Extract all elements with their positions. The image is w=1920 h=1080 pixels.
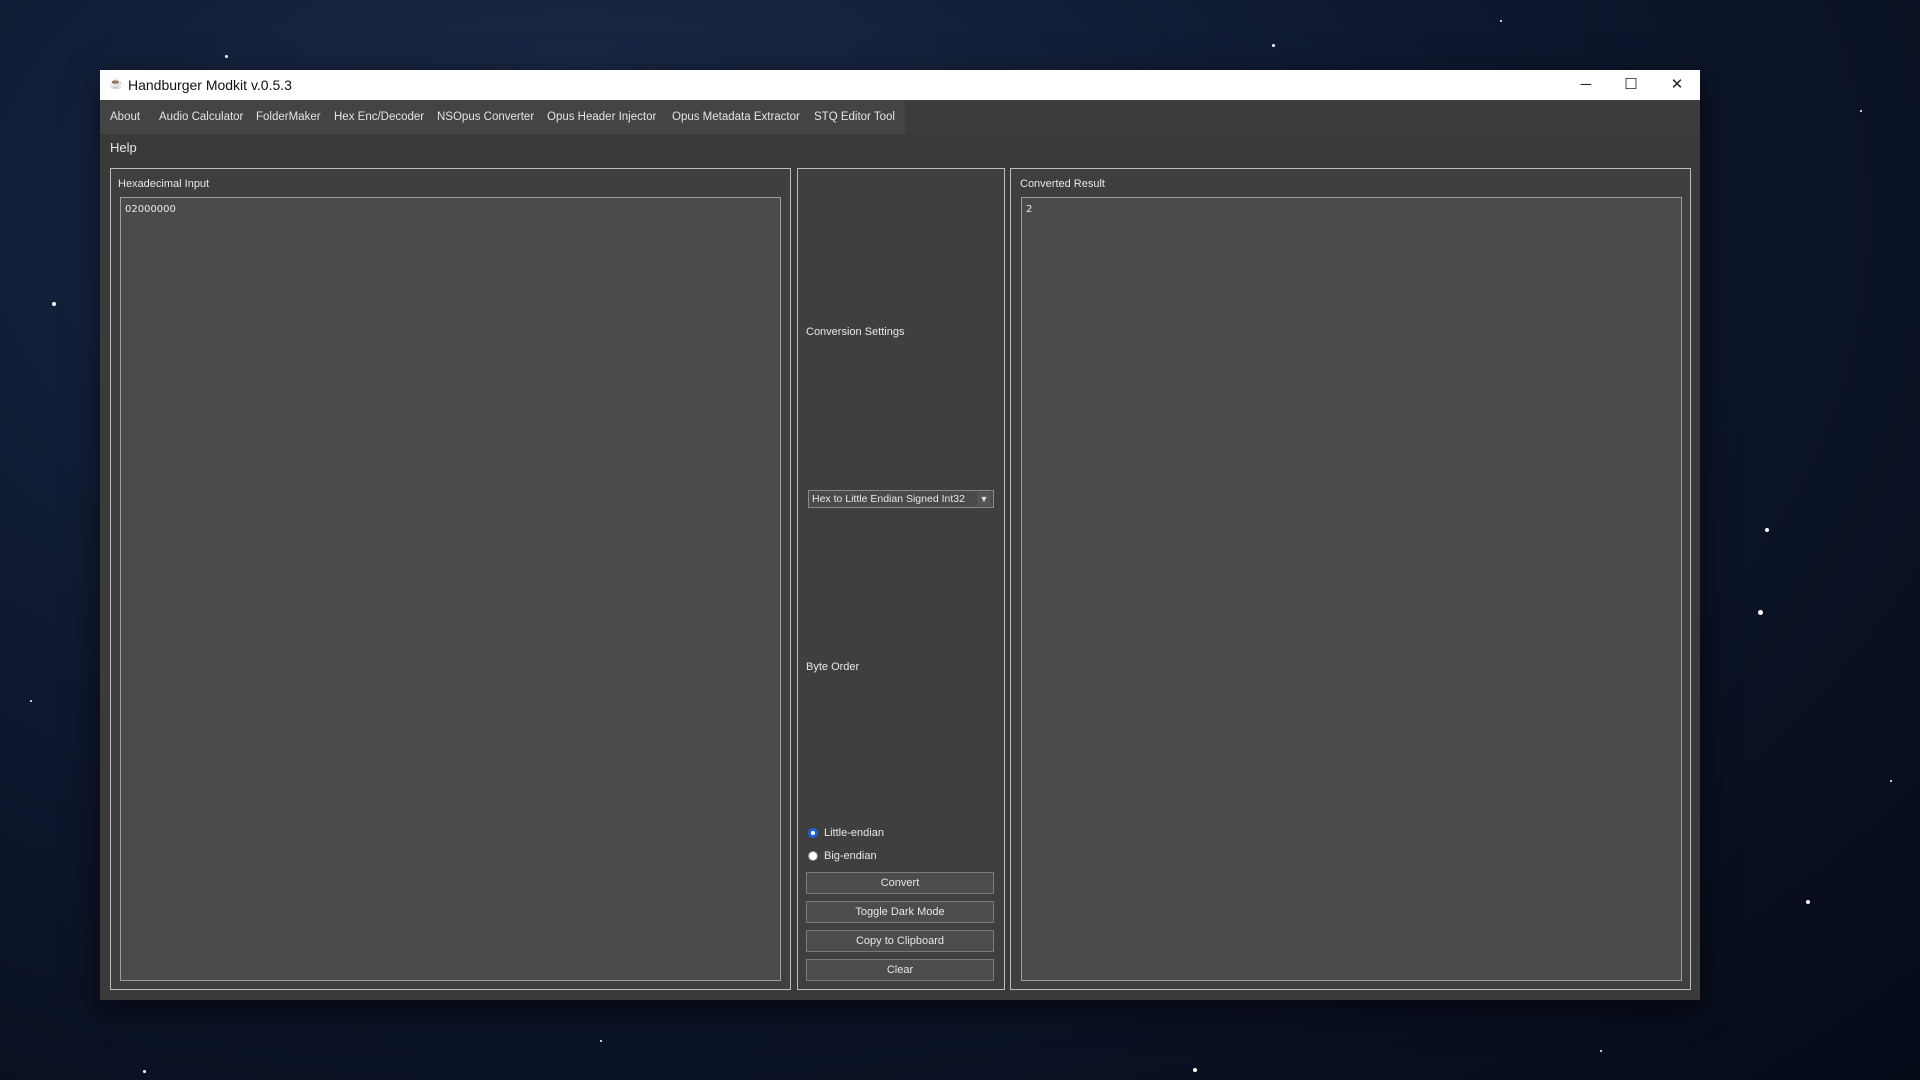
star xyxy=(1806,900,1810,904)
star xyxy=(1890,780,1892,782)
star xyxy=(225,55,228,58)
radio-big-endian[interactable]: Big-endian xyxy=(808,850,877,862)
maximize-button[interactable]: ☐ xyxy=(1608,70,1654,100)
radio-unchecked-icon xyxy=(808,851,818,861)
conversion-type-select[interactable]: Hex to Little Endian Signed Int32 ▼ xyxy=(808,490,994,508)
radio-big-endian-label: Big-endian xyxy=(824,850,877,862)
radio-checked-icon xyxy=(808,828,818,838)
menu-about[interactable]: About xyxy=(100,100,151,134)
star xyxy=(1765,528,1769,532)
settings-group: Conversion Settings Hex to Little Endian… xyxy=(797,168,1005,990)
app-window: ☕ Handburger Modkit v.0.5.3 ─ ☐ ✕ About … xyxy=(100,70,1700,1000)
menu-stq-editor-tool[interactable]: STQ Editor Tool xyxy=(804,100,905,134)
star xyxy=(1500,20,1502,22)
help-menu[interactable]: Help xyxy=(110,140,137,155)
chevron-down-icon: ▼ xyxy=(977,492,991,506)
menu-foldermaker[interactable]: FolderMaker xyxy=(246,100,331,134)
title-bar[interactable]: ☕ Handburger Modkit v.0.5.3 ─ ☐ ✕ xyxy=(100,70,1700,100)
convert-button[interactable]: Convert xyxy=(806,872,994,894)
menu-hex-enc-decoder[interactable]: Hex Enc/Decoder xyxy=(324,100,435,134)
toggle-dark-mode-button[interactable]: Toggle Dark Mode xyxy=(806,901,994,923)
star xyxy=(1272,44,1275,47)
radio-little-endian-label: Little-endian xyxy=(824,827,884,839)
window-title: Handburger Modkit v.0.5.3 xyxy=(128,77,292,93)
hex-input-field[interactable]: 02000000 xyxy=(120,197,781,981)
star xyxy=(52,302,56,306)
star xyxy=(1860,110,1862,112)
byte-order-label: Byte Order xyxy=(806,661,860,673)
result-group: Converted Result 2 xyxy=(1010,168,1691,990)
app-icon: ☕ xyxy=(109,78,123,90)
menu-opus-metadata-extractor[interactable]: Opus Metadata Extractor xyxy=(662,100,810,134)
menu-bar: About Audio Calculator FolderMaker Hex E… xyxy=(100,100,1700,134)
star xyxy=(1193,1068,1197,1072)
menu-audio-calculator[interactable]: Audio Calculator xyxy=(149,100,254,134)
close-button[interactable]: ✕ xyxy=(1654,70,1700,100)
star xyxy=(30,700,32,702)
input-group: Hexadecimal Input 02000000 xyxy=(110,168,791,990)
input-group-title: Hexadecimal Input xyxy=(118,178,210,190)
star xyxy=(1758,610,1763,615)
radio-little-endian[interactable]: Little-endian xyxy=(808,827,884,839)
copy-to-clipboard-button[interactable]: Copy to Clipboard xyxy=(806,930,994,952)
star xyxy=(600,1040,602,1042)
menu-nsopus-converter[interactable]: NSOpus Converter xyxy=(427,100,545,134)
converted-result-field[interactable]: 2 xyxy=(1021,197,1682,981)
minimize-button[interactable]: ─ xyxy=(1563,70,1609,100)
menu-opus-header-injector[interactable]: Opus Header Injector xyxy=(537,100,667,134)
conversion-settings-label: Conversion Settings xyxy=(806,326,905,338)
star xyxy=(1600,1050,1602,1052)
result-group-title: Converted Result xyxy=(1020,178,1105,190)
clear-button[interactable]: Clear xyxy=(806,959,994,981)
star xyxy=(143,1070,146,1073)
conversion-type-value: Hex to Little Endian Signed Int32 xyxy=(812,493,965,505)
